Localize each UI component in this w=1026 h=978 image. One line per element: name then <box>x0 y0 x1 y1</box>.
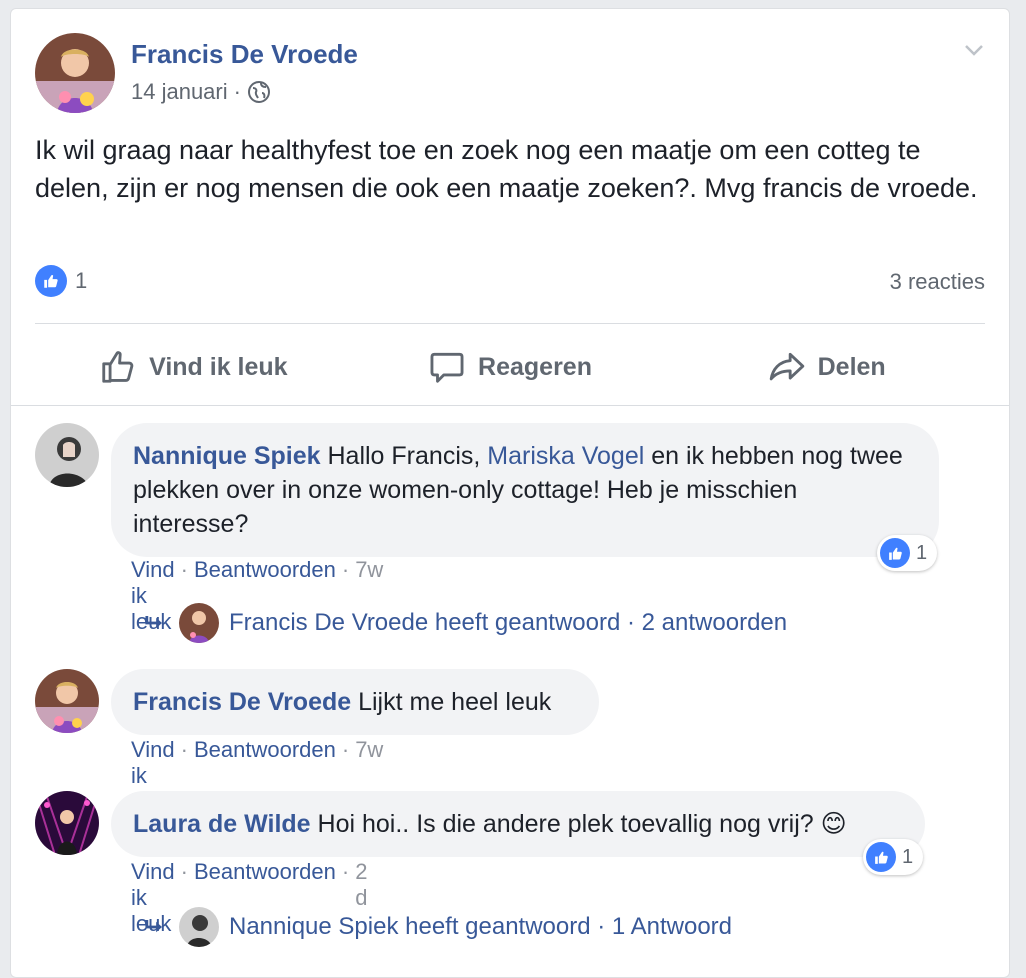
post-card: Francis De Vroede 14 januari · Ik wil gr… <box>10 8 1010 978</box>
reaction-count: 1 <box>902 845 914 868</box>
like-button-label: Vind ik leuk <box>149 352 288 381</box>
share-button[interactable]: Delen <box>668 331 985 403</box>
like-reaction-icon <box>866 842 896 872</box>
like-button[interactable]: Vind ik leuk <box>35 331 352 403</box>
reply-arrow-icon <box>145 616 162 629</box>
comment-author[interactable]: Francis De Vroede <box>133 688 351 716</box>
comment-author[interactable]: Nannique Spiek <box>133 442 321 470</box>
replies-summary[interactable]: Nannique Spiek heeft geantwoord · 1 Antw… <box>229 913 732 941</box>
comment-text: Hallo Francis, <box>320 442 488 470</box>
commenter-avatar[interactable] <box>35 423 99 487</box>
replies-link[interactable]: Nannique Spiek heeft geantwoord · 1 Antw… <box>141 907 732 947</box>
post-text: Ik wil graag naar healthyfest toe en zoe… <box>35 135 978 203</box>
like-reaction-icon <box>35 265 67 297</box>
replies-link[interactable]: Francis De Vroede heeft geantwoord · 2 a… <box>141 603 787 643</box>
divider <box>11 405 1009 406</box>
post-author[interactable]: Francis De Vroede <box>131 39 358 70</box>
reaction-count: 1 <box>916 541 928 564</box>
comment-text: Hoi hoi.. Is die andere plek toevallig n… <box>310 810 847 838</box>
share-icon <box>769 352 804 381</box>
comment-bubble: Laura de Wilde Hoi hoi.. Is die andere p… <box>111 791 925 857</box>
comment-button-label: Reageren <box>478 352 592 381</box>
comment-button[interactable]: Reageren <box>352 331 669 403</box>
divider <box>35 323 985 324</box>
commenter-avatar[interactable] <box>35 669 99 733</box>
comment-bubble: Francis De Vroede Lijkt me heel leuk <box>111 669 599 735</box>
post-date[interactable]: 14 januari <box>131 79 228 105</box>
meta-separator: · <box>233 79 241 104</box>
author-avatar[interactable] <box>35 33 115 113</box>
comments-count[interactable]: 3 reacties <box>890 269 985 295</box>
thumbs-up-icon <box>102 351 134 383</box>
comment-reaction-count[interactable]: 1 <box>863 839 924 875</box>
replies-summary[interactable]: Francis De Vroede heeft geantwoord · 2 a… <box>229 609 787 637</box>
comment-author[interactable]: Laura de Wilde <box>133 810 311 838</box>
like-reaction-icon <box>880 538 910 568</box>
reply-author-avatar <box>179 603 219 643</box>
share-button-label: Delen <box>817 352 886 381</box>
mention-link[interactable]: Mariska Vogel <box>487 442 644 470</box>
commenter-avatar[interactable] <box>35 791 99 855</box>
comment-bubble: Nannique Spiek Hallo Francis, Mariska Vo… <box>111 423 939 557</box>
comment-text: Lijkt me heel leuk <box>351 688 552 716</box>
post-reactions[interactable]: 1 <box>35 265 87 297</box>
globe-icon[interactable] <box>247 80 271 104</box>
reply-arrow-icon <box>145 920 162 933</box>
reply-author-avatar <box>179 907 219 947</box>
post-actions: Vind ik leuk Reageren Delen <box>35 331 985 403</box>
like-count: 1 <box>75 268 88 293</box>
comment-icon <box>430 352 464 383</box>
chevron-down-icon[interactable] <box>961 37 987 63</box>
post-meta: 14 januari · <box>131 79 271 105</box>
comment-reaction-count[interactable]: 1 <box>877 535 938 571</box>
